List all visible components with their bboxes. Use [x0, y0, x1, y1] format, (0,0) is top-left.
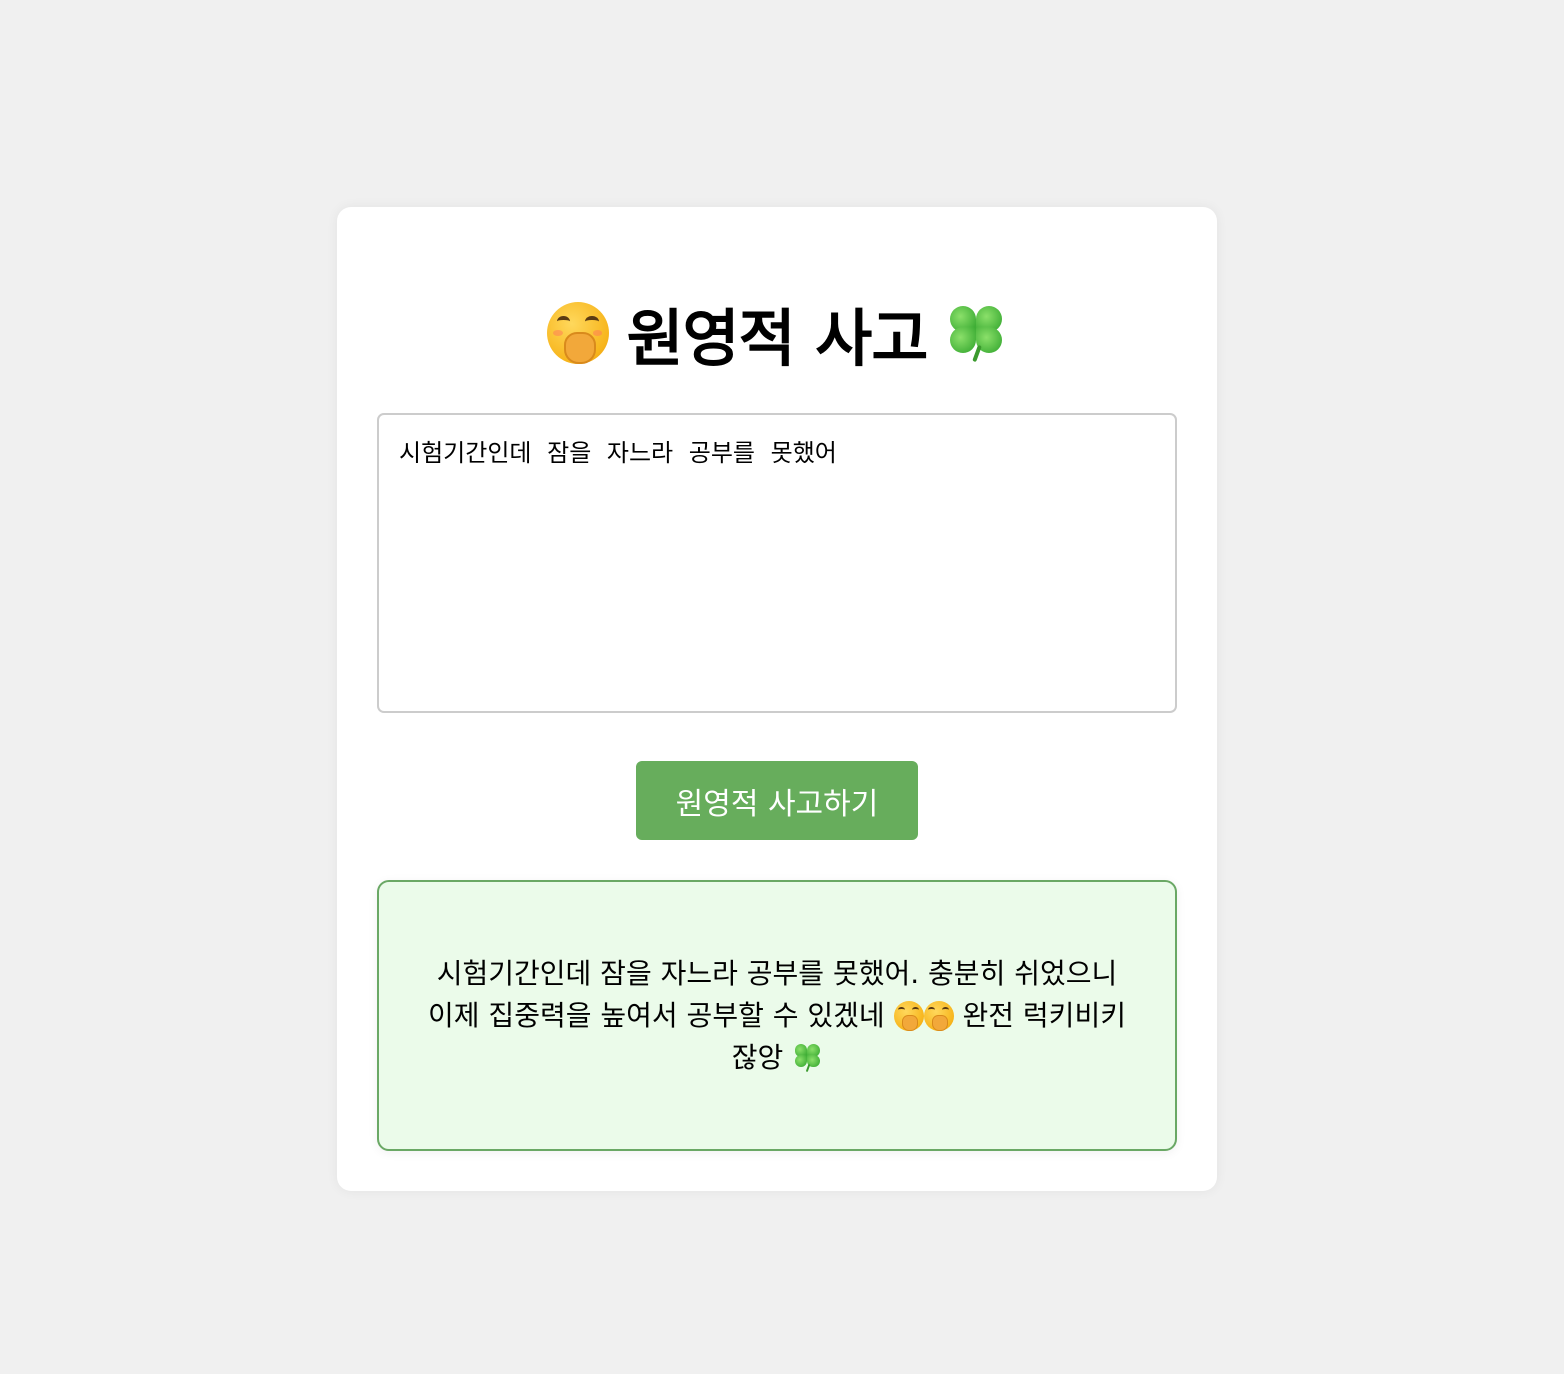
hand-over-mouth-face-icon [923, 1000, 954, 1031]
result-text: 시험기간인데 잠을 자느라 공부를 못했어. 충분히 쉬었으니 이제 집중력을 … [427, 953, 1127, 1079]
situation-input[interactable]: 시험기간인데 잠을 자느라 공부를 못했어 [377, 413, 1177, 713]
transform-button[interactable]: 원영적 사고하기 [636, 761, 918, 840]
four-leaf-clover-icon [792, 1043, 822, 1073]
hand-over-mouth-face-icon [546, 302, 609, 365]
hand-over-mouth-face-icon [893, 1000, 924, 1031]
four-leaf-clover-icon [945, 302, 1007, 364]
main-card: 원영적 사고 시험기간인데 잠을 자느라 공부를 못했어 원영적 사고하기 시험… [337, 207, 1217, 1191]
result-box: 시험기간인데 잠을 자느라 공부를 못했어. 충분히 쉬었으니 이제 집중력을 … [377, 880, 1177, 1151]
title-text: 원영적 사고 [626, 302, 929, 375]
page-title: 원영적 사고 [337, 293, 1217, 375]
